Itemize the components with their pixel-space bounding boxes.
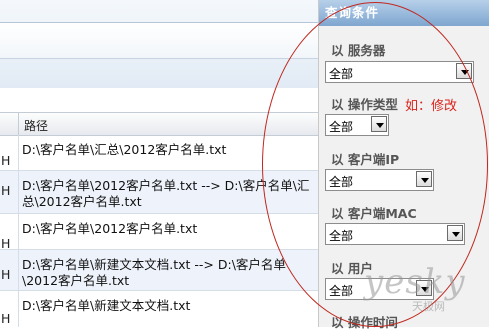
- table-row[interactable]: H D:\客户名单\新建文本文档.txt: [0, 291, 318, 327]
- chevron-down-icon[interactable]: [416, 171, 432, 187]
- watermark-logo: yesky: [364, 262, 466, 302]
- column-header-path[interactable]: 路径: [24, 117, 48, 134]
- client-mac-select[interactable]: 全部: [325, 223, 465, 245]
- row-path: D:\客户名单\2012客户名单.txt --> D:\客户名单\汇总\2012…: [22, 178, 310, 209]
- filter-label-client-ip: 以 客户端IP: [331, 152, 400, 167]
- table-row[interactable]: H D:\客户名单\2012客户名单.txt --> D:\客户名单\汇总\20…: [0, 171, 318, 214]
- column-divider: [18, 113, 19, 135]
- row-indicator: H: [1, 267, 11, 282]
- row-path: D:\客户名单\2012客户名单.txt: [22, 221, 198, 236]
- client-ip-select[interactable]: 全部: [325, 169, 434, 191]
- row-path: D:\客户名单\汇总\2012客户名单.txt: [22, 142, 227, 157]
- user-select-value: 全部: [329, 284, 354, 298]
- column-divider: [18, 135, 19, 170]
- filter-label-server: 以 服务器: [331, 43, 386, 58]
- client-mac-select-value: 全部: [329, 229, 354, 243]
- server-select-value: 全部: [329, 67, 354, 81]
- client-ip-select-value: 全部: [329, 175, 354, 189]
- row-path: D:\客户名单\新建文本文档.txt --> D:\客户名单\2012客户名单.…: [22, 257, 286, 288]
- watermark-subtext: 天极网: [412, 300, 445, 313]
- grid-header: 路径: [0, 112, 318, 136]
- toolbar-divider: [0, 58, 318, 59]
- row-indicator: H: [1, 153, 11, 168]
- filter-label-operation-type: 以 操作类型: [331, 97, 398, 112]
- table-row[interactable]: H D:\客户名单\新建文本文档.txt --> D:\客户名单\2012客户名…: [0, 250, 318, 291]
- filter-label-client-mac: 以 客户端MAC: [331, 206, 417, 221]
- chevron-down-icon[interactable]: [447, 225, 463, 241]
- panel-title: 查询条件: [319, 0, 489, 26]
- table-row[interactable]: H D:\客户名单\2012客户名单.txt: [0, 214, 318, 251]
- row-indicator: H: [1, 183, 11, 198]
- filter-label-operation-time: 以 操作时间: [331, 315, 398, 330]
- row-indicator: H: [1, 311, 11, 326]
- table-row[interactable]: H D:\客户名单\汇总\2012客户名单.txt: [0, 135, 318, 171]
- operation-type-select[interactable]: 全部: [325, 114, 389, 136]
- operation-type-select-value: 全部: [329, 120, 354, 134]
- chevron-down-icon[interactable]: [371, 116, 387, 132]
- toolbar-strip: [0, 23, 318, 58]
- column-divider: [18, 171, 19, 213]
- toolbar-area: [0, 0, 318, 88]
- row-path: D:\客户名单\新建文本文档.txt: [22, 298, 191, 313]
- operation-type-hint: 如：修改: [405, 99, 458, 114]
- chevron-down-icon[interactable]: [456, 63, 472, 79]
- column-divider: [18, 250, 19, 290]
- row-indicator: H: [1, 236, 11, 251]
- column-divider: [18, 291, 19, 327]
- server-select[interactable]: 全部: [325, 61, 474, 83]
- column-divider: [18, 214, 19, 249]
